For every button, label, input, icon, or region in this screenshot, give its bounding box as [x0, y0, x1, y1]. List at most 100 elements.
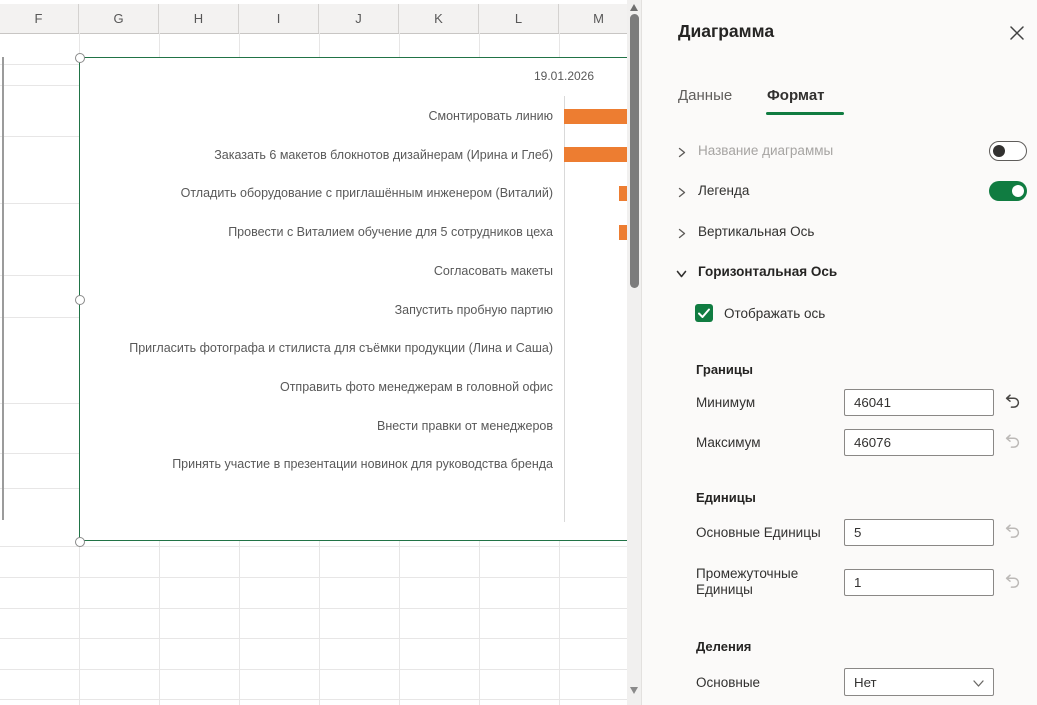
- chevron-right-icon: [675, 227, 688, 240]
- gantt-bar[interactable]: [564, 109, 627, 124]
- row-gridline: [0, 317, 79, 318]
- show-axis-label: Отображать ось: [724, 306, 825, 321]
- column-header-J[interactable]: J: [319, 4, 399, 33]
- gantt-bar[interactable]: [619, 186, 627, 201]
- column-gridline: [239, 541, 240, 705]
- section-row-4[interactable]: Горизонтальная Ось: [642, 262, 1037, 286]
- task-label: Отправить фото менеджерам в головной офи…: [280, 380, 553, 395]
- column-header-F[interactable]: F: [0, 4, 79, 33]
- column-header-G[interactable]: G: [79, 4, 159, 33]
- pane-title: Диаграмма: [678, 21, 774, 42]
- column-header-I[interactable]: I: [239, 4, 319, 33]
- column-header-L[interactable]: L: [479, 4, 559, 33]
- excel-window: { "spreadsheet": { "column_headers": ["F…: [0, 0, 1037, 705]
- undo-icon[interactable]: [1002, 521, 1024, 543]
- row-gridline: [0, 64, 79, 65]
- selection-handle[interactable]: [75, 537, 85, 547]
- selection-handle[interactable]: [75, 295, 85, 305]
- row-gridline: [0, 546, 627, 547]
- major-ticks-dropdown[interactable]: Нет: [844, 668, 994, 696]
- row-gridline: [0, 136, 79, 137]
- row-gridline: [0, 699, 627, 700]
- section-row-3[interactable]: Вертикальная Ось: [642, 222, 1037, 246]
- table-border-line: [2, 57, 4, 520]
- chart-task-pane: Диаграмма Данные Формат Название диаграм…: [641, 0, 1037, 705]
- selection-handle[interactable]: [75, 53, 85, 63]
- row-gridline: [0, 488, 79, 489]
- major-ticks-label: Основные: [696, 675, 842, 691]
- task-label: Внести правки от менеджеров: [377, 419, 553, 434]
- section-label: Легенда: [698, 183, 749, 198]
- section-row-1[interactable]: Название диаграммы: [642, 141, 1037, 165]
- column-header-K[interactable]: K: [399, 4, 479, 33]
- scroll-down-icon[interactable]: [630, 687, 638, 694]
- major-units-label: Основные Единицы: [696, 525, 842, 541]
- units-heading: Единицы: [696, 490, 756, 505]
- column-gridline: [239, 33, 240, 57]
- column-gridline: [79, 541, 80, 705]
- close-icon[interactable]: [1008, 24, 1030, 46]
- row-gridline: [0, 275, 79, 276]
- column-gridline: [319, 541, 320, 705]
- task-label: Запустить пробную партию: [395, 303, 553, 318]
- gantt-chart-object[interactable]: 19.01.2026 Смонтировать линию Заказать 6 …: [79, 57, 627, 541]
- scrollbar-thumb[interactable]: [630, 14, 639, 288]
- task-label: Смонтировать линию: [428, 109, 553, 124]
- chevron-right-icon: [675, 186, 688, 199]
- axis-tick-label: 19.01.2026: [534, 69, 594, 83]
- row-gridline: [0, 453, 79, 454]
- section-label: Горизонтальная Ось: [698, 264, 837, 279]
- task-label: Заказать 6 макетов блокнотов дизайнерам …: [214, 148, 553, 163]
- maximum-label: Максимум: [696, 435, 842, 451]
- minor-units-label: Промежуточные Единицы: [696, 566, 842, 598]
- minimum-input[interactable]: [844, 389, 994, 416]
- row-gridline: [0, 608, 627, 609]
- bounds-heading: Границы: [696, 362, 753, 377]
- column-gridline: [399, 541, 400, 705]
- major-units-input[interactable]: [844, 519, 994, 546]
- toggle-knob: [1012, 185, 1024, 197]
- active-tab-underline: [766, 112, 844, 115]
- column-gridline: [159, 541, 160, 705]
- tab-data[interactable]: Данные: [678, 87, 732, 104]
- section-row-2[interactable]: Легенда: [642, 181, 1037, 205]
- chevron-down-icon: [675, 267, 688, 280]
- column-gridline: [159, 33, 160, 57]
- column-gridline: [479, 541, 480, 705]
- ticks-heading: Деления: [696, 639, 751, 654]
- column-gridline: [479, 33, 480, 57]
- section-label: Вертикальная Ось: [698, 224, 814, 239]
- chevron-down-icon: [972, 677, 985, 690]
- undo-icon[interactable]: [1002, 431, 1024, 453]
- dropdown-value: Нет: [854, 675, 877, 690]
- spreadsheet-grid[interactable]: FGHIJKLM 19.01.2026 Смонтировать линию За…: [0, 0, 627, 705]
- row-gridline: [0, 577, 627, 578]
- row-gridline: [0, 403, 79, 404]
- column-header-H[interactable]: H: [159, 4, 239, 33]
- row-gridline: [0, 203, 79, 204]
- gantt-bar[interactable]: [564, 147, 627, 162]
- minimum-label: Минимум: [696, 395, 842, 411]
- show-axis-row: Отображать ось: [642, 304, 1037, 326]
- section-label: Название диаграммы: [698, 143, 833, 158]
- gantt-bar[interactable]: [619, 225, 627, 240]
- vertical-scrollbar[interactable]: [627, 0, 641, 705]
- row-gridline: [0, 85, 79, 86]
- chevron-right-icon: [675, 146, 688, 159]
- toggle-off[interactable]: [989, 141, 1027, 161]
- minor-units-input[interactable]: [844, 569, 994, 596]
- column-gridline: [399, 33, 400, 57]
- tab-format[interactable]: Формат: [767, 87, 825, 104]
- undo-icon[interactable]: [1002, 391, 1024, 413]
- toggle-on[interactable]: [989, 181, 1027, 201]
- show-axis-checkbox[interactable]: [695, 304, 713, 322]
- column-gridline: [559, 541, 560, 705]
- scroll-up-icon[interactable]: [630, 4, 638, 11]
- task-label: Пригласить фотографа и стилиста для съём…: [129, 341, 553, 356]
- maximum-input[interactable]: [844, 429, 994, 456]
- task-label: Принять участие в презентации новинок дл…: [172, 457, 553, 472]
- task-label: Провести с Виталием обучение для 5 сотру…: [228, 225, 553, 240]
- column-header-M[interactable]: M: [559, 4, 627, 33]
- column-header-band: FGHIJKLM: [0, 4, 627, 34]
- undo-icon[interactable]: [1002, 571, 1024, 593]
